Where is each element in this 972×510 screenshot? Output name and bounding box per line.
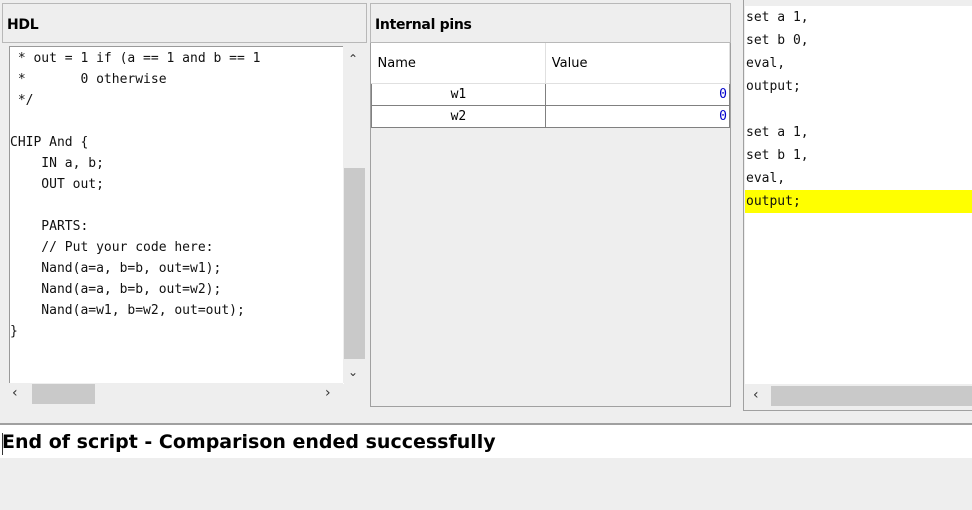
- code-line: IN a, b;: [10, 156, 104, 171]
- script-code-lines: set a 1, set b 0, eval, output; set a 1, set …: [745, 6, 972, 213]
- hdl-code-view[interactable]: * out = 1 if (a == 1 and b == 1 * 0 othe…: [9, 46, 344, 384]
- code-line: Nand(a=a, b=b, out=w1);: [10, 261, 222, 276]
- scroll-right-arrow-icon[interactable]: ›: [325, 386, 331, 400]
- hdl-horizontal-scroll-thumb[interactable]: [32, 384, 95, 404]
- hdl-vertical-scrollbar[interactable]: ⌃ ⌄: [343, 46, 365, 383]
- code-line: * 0 otherwise: [10, 72, 167, 87]
- internal-pins-title: Internal pins: [370, 3, 731, 43]
- script-line: eval,: [746, 171, 786, 186]
- pins-column-value[interactable]: Value: [545, 43, 731, 84]
- status-message: End of script - Comparison ended success…: [2, 431, 496, 453]
- hdl-horizontal-scrollbar[interactable]: ‹ ›: [9, 383, 343, 405]
- status-message-area: [0, 458, 972, 510]
- script-line: output;: [746, 79, 801, 94]
- status-message-bar: End of script - Comparison ended success…: [0, 423, 972, 458]
- pins-column-name[interactable]: Name: [371, 43, 546, 84]
- pins-header-row: Name Value: [371, 43, 731, 84]
- script-line: eval,: [746, 56, 786, 71]
- code-line: Nand(a=a, b=b, out=w2);: [10, 282, 222, 297]
- code-line: PARTS:: [10, 219, 89, 234]
- code-line: */: [10, 93, 34, 108]
- hdl-code-lines: * out = 1 if (a == 1 and b == 1 * 0 othe…: [10, 48, 260, 342]
- script-line: set a 1,: [746, 10, 809, 25]
- hdl-panel-title: HDL: [2, 3, 367, 43]
- table-row[interactable]: w2 0: [371, 105, 731, 128]
- code-line: // Put your code here:: [10, 240, 214, 255]
- script-line: [745, 98, 972, 121]
- pin-value-cell[interactable]: 0: [544, 83, 731, 106]
- pin-value-cell[interactable]: 0: [544, 105, 731, 128]
- script-code-view[interactable]: set a 1, set b 0, eval, output; set a 1, set …: [745, 6, 972, 384]
- scroll-down-arrow-icon[interactable]: ⌄: [348, 366, 358, 378]
- code-line: * out = 1 if (a == 1 and b == 1: [10, 51, 261, 66]
- script-panel: set a 1, set b 0, eval, output; set a 1, set …: [743, 0, 972, 411]
- code-line: Nand(a=w1, b=w2, out=out);: [10, 303, 245, 318]
- scroll-up-arrow-icon[interactable]: ⌃: [348, 53, 358, 65]
- table-row[interactable]: w1 0: [371, 83, 731, 106]
- highlighted-script-line: output;: [745, 190, 972, 213]
- hdl-panel: HDL * out = 1 if (a == 1 and b == 1 * 0 …: [2, 3, 367, 407]
- code-line: OUT out;: [10, 177, 104, 192]
- internal-pins-panel: Internal pins Name Value w1 0 w2 0: [370, 3, 731, 407]
- code-line: }: [10, 324, 18, 339]
- internal-pins-table: Name Value w1 0 w2 0: [371, 43, 731, 128]
- hdl-vertical-scroll-thumb[interactable]: [344, 168, 365, 359]
- script-horizontal-scrollbar[interactable]: ‹: [745, 385, 972, 407]
- script-horizontal-scroll-thumb[interactable]: [771, 386, 972, 406]
- scroll-left-arrow-icon[interactable]: ‹: [753, 388, 759, 402]
- code-line: CHIP And {: [10, 135, 89, 150]
- script-line: set b 0,: [746, 33, 809, 48]
- pin-name-cell[interactable]: w1: [371, 83, 546, 106]
- script-line: set b 1,: [746, 148, 809, 163]
- script-line: set a 1,: [746, 125, 809, 140]
- scroll-left-arrow-icon[interactable]: ‹: [12, 386, 18, 400]
- pin-name-cell[interactable]: w2: [371, 105, 546, 128]
- text-cursor: [2, 433, 3, 455]
